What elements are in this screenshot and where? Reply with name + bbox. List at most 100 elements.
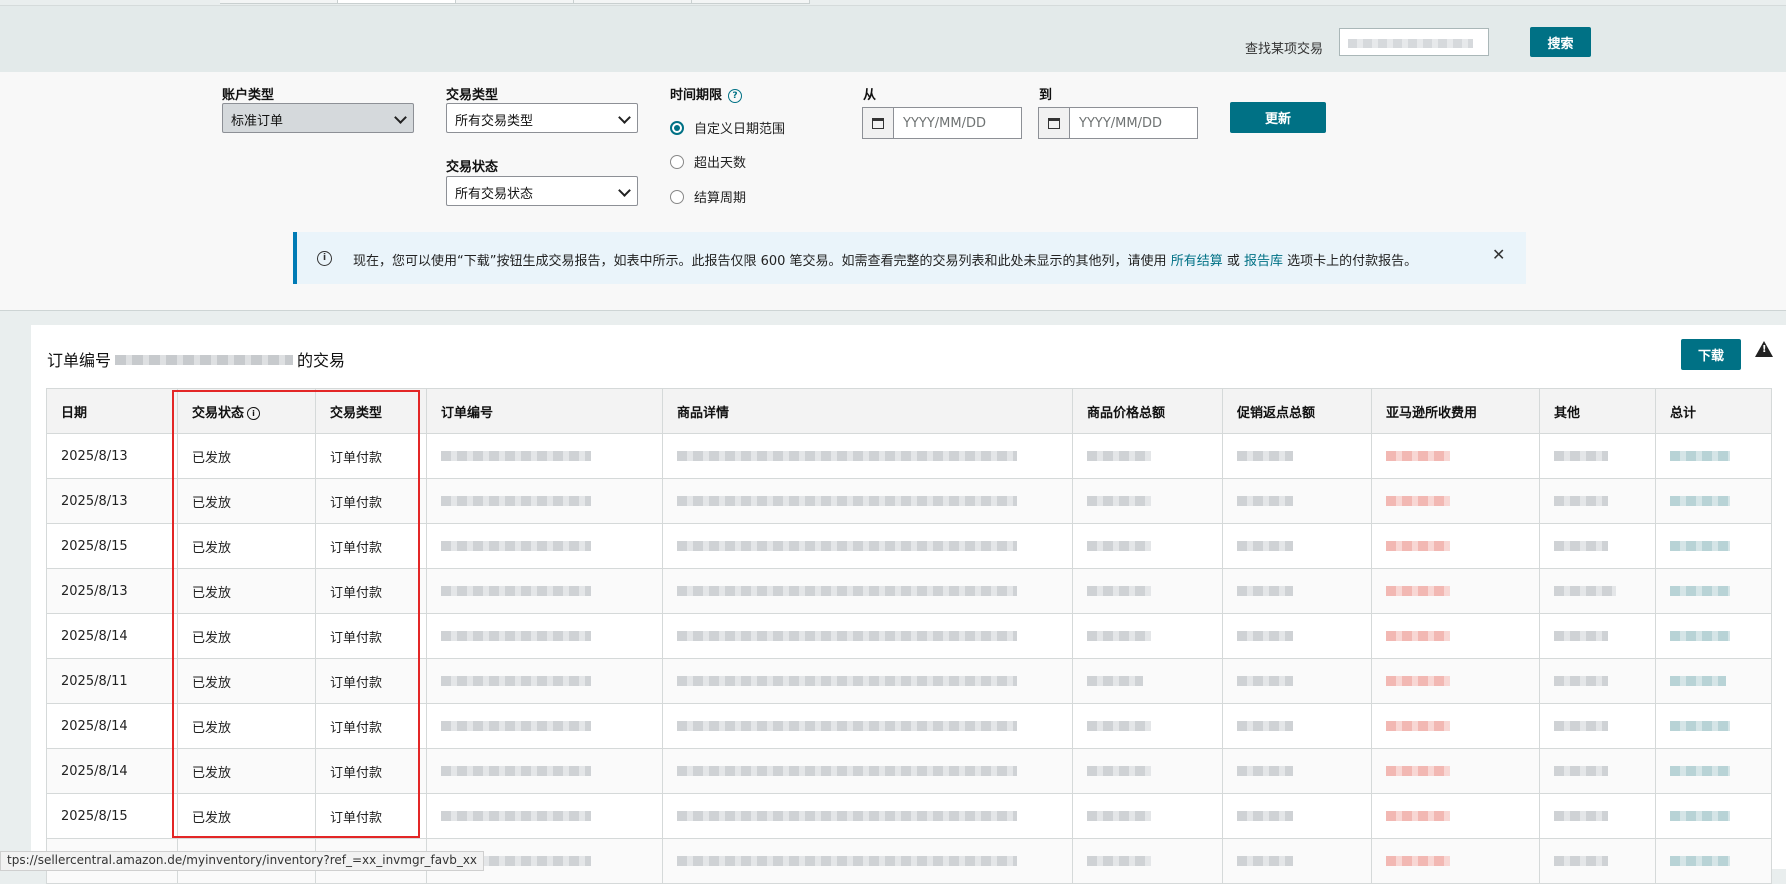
cell-promo-rebate-total	[1222, 703, 1372, 749]
cell-order-id[interactable]	[426, 478, 663, 524]
col-header-date[interactable]: 日期	[46, 388, 178, 434]
col-header-status[interactable]: 交易状态 i	[177, 388, 316, 434]
help-icon[interactable]: ?	[728, 89, 743, 103]
cell-status: 已发放	[177, 433, 316, 479]
tab[interactable]	[456, 0, 574, 4]
to-date-field[interactable]: YYYY/MM/DD	[1038, 107, 1198, 139]
update-button[interactable]: 更新	[1230, 102, 1326, 133]
cell-status: 已发放	[177, 523, 316, 569]
tab-active[interactable]	[338, 0, 456, 4]
cell-date: 2025/8/14	[46, 613, 178, 659]
cell-other	[1539, 613, 1656, 659]
cell-promo-rebate-total	[1222, 523, 1372, 569]
radio-icon[interactable]	[670, 189, 684, 204]
col-header-amazon-fees[interactable]: 亚马逊所收费用	[1371, 388, 1540, 434]
cell-order-id[interactable]	[426, 703, 663, 749]
cell-order-id[interactable]	[426, 523, 663, 569]
calendar-icon[interactable]	[1039, 108, 1070, 138]
info-icon[interactable]: i	[247, 406, 261, 420]
cell-product-price-total	[1072, 793, 1223, 839]
transactions-panel: 订单编号的交易 下载 日期 交易状态i 交易类型 订单编号 商品详情 商品价格总…	[31, 325, 1786, 884]
redacted-value	[677, 541, 1017, 551]
redacted-value	[1087, 676, 1143, 686]
radio-icon[interactable]	[670, 154, 684, 169]
account-type-select[interactable]: 标准订单	[222, 103, 414, 133]
redacted-value	[1237, 721, 1293, 731]
tab[interactable]	[220, 0, 338, 4]
chevron-down-icon	[618, 111, 631, 124]
redacted-value	[441, 676, 591, 686]
cell-promo-rebate-total	[1222, 478, 1372, 524]
cell-type: 订单付款	[315, 433, 427, 479]
transaction-status-select[interactable]: 所有交易状态	[446, 176, 638, 206]
cell-order-id[interactable]	[426, 748, 663, 794]
redacted-value	[677, 631, 1017, 641]
cell-type: 订单付款	[315, 658, 427, 704]
col-header-product-details[interactable]: 商品详情	[662, 388, 1073, 434]
col-header-other[interactable]: 其他	[1539, 388, 1656, 434]
cell-total	[1655, 523, 1772, 569]
download-button[interactable]: 下载	[1681, 339, 1741, 370]
cell-other	[1539, 838, 1656, 884]
redacted-value	[1237, 541, 1293, 551]
redacted-value	[1554, 856, 1608, 866]
all-settlements-link[interactable]: 所有结算	[1171, 254, 1223, 269]
calendar-icon[interactable]	[863, 108, 894, 138]
table-row: 2025/8/14 已发放 订单付款	[46, 613, 1772, 659]
cell-promo-rebate-total	[1222, 658, 1372, 704]
search-input[interactable]	[1339, 28, 1489, 56]
cell-status: 已发放	[177, 658, 316, 704]
cell-other	[1539, 703, 1656, 749]
cell-product-details	[662, 748, 1073, 794]
radio-checked-icon[interactable]	[670, 120, 684, 135]
col-header-product-price-total[interactable]: 商品价格总额	[1072, 388, 1223, 434]
cell-total	[1655, 568, 1772, 614]
redacted-value	[1554, 811, 1608, 821]
col-header-promo-rebate-total[interactable]: 促销返点总额	[1222, 388, 1372, 434]
cell-amazon-fees	[1371, 793, 1540, 839]
redacted-value	[1670, 676, 1726, 686]
cell-order-id[interactable]	[426, 433, 663, 479]
redacted-value	[677, 496, 1017, 506]
radio-custom-range[interactable]: 自定义日期范围	[670, 118, 785, 137]
cell-product-price-total	[1072, 433, 1223, 479]
from-date-field[interactable]: YYYY/MM/DD	[862, 107, 1022, 139]
table-row: 2025/8/13 已发放 订单付款	[46, 433, 1772, 479]
cell-amazon-fees	[1371, 523, 1540, 569]
radio-days[interactable]: 超出天数	[670, 152, 746, 171]
tab[interactable]	[692, 0, 810, 4]
redacted-value	[1386, 721, 1450, 731]
col-header-type[interactable]: 交易类型	[315, 388, 427, 434]
redacted-value	[1386, 451, 1450, 461]
warning-icon[interactable]	[1755, 341, 1773, 357]
radio-settlement-period[interactable]: 结算周期	[670, 187, 746, 206]
status-bar-url: tps://sellercentral.amazon.de/myinventor…	[0, 851, 485, 871]
report-library-link[interactable]: 报告库	[1244, 254, 1283, 269]
cell-promo-rebate-total	[1222, 748, 1372, 794]
cell-type: 订单付款	[315, 793, 427, 839]
cell-order-id[interactable]	[426, 568, 663, 614]
col-header-total[interactable]: 总计	[1655, 388, 1772, 434]
cell-type: 订单付款	[315, 478, 427, 524]
redacted-value	[1554, 676, 1608, 686]
col-header-order-id[interactable]: 订单编号	[426, 388, 663, 434]
redacted-value	[1386, 856, 1450, 866]
cell-promo-rebate-total	[1222, 613, 1372, 659]
redacted-value	[441, 586, 591, 596]
cell-status: 已发放	[177, 748, 316, 794]
search-button[interactable]: 搜索	[1530, 27, 1591, 57]
transaction-status-value: 所有交易状态	[455, 187, 534, 202]
cell-total	[1655, 478, 1772, 524]
cell-order-id[interactable]	[426, 613, 663, 659]
table-row: 2025/8/13 已发放 订单付款	[46, 568, 1772, 614]
cell-order-id[interactable]	[426, 793, 663, 839]
cell-total	[1655, 838, 1772, 884]
redacted-value	[1670, 586, 1730, 596]
close-icon[interactable]: ✕	[1492, 245, 1505, 264]
info-icon: i	[317, 251, 332, 266]
transactions-table: 日期 交易状态 i 交易类型 订单编号 商品详情 商品价格总额 促销返点总额 亚马…	[46, 388, 1772, 884]
cell-order-id[interactable]	[426, 658, 663, 704]
transaction-type-select[interactable]: 所有交易类型	[446, 103, 638, 133]
panel-title: 订单编号 的交易	[47, 351, 346, 370]
tab[interactable]	[574, 0, 692, 4]
